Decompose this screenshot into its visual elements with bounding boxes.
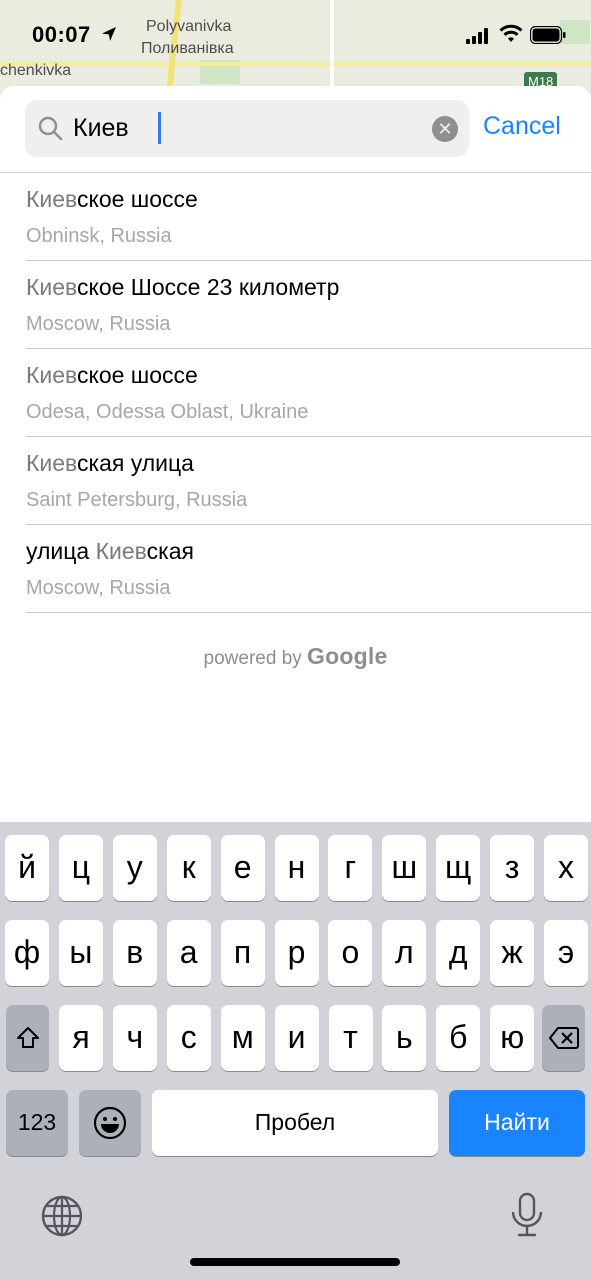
result-title-match: Киев [26,362,77,388]
search-input[interactable] [73,110,413,147]
letter-key[interactable]: е [220,835,265,901]
letter-key[interactable]: ж [490,920,535,986]
result-subtitle: Moscow, Russia [26,313,171,335]
result-title-rest: ская [146,538,194,564]
result-title-rest: ское шоссе [77,362,198,388]
letter-key[interactable]: о [328,920,373,986]
result-title-prefix: улица [26,538,96,564]
search-result-item[interactable]: Киевское Шоссе 23 километр Moscow, Russia [0,261,591,349]
result-title: Киевское шоссе [26,362,198,389]
letter-key[interactable]: ы [58,920,103,986]
shift-key[interactable] [6,1005,49,1071]
wifi-icon [499,24,523,42]
letter-key[interactable]: л [382,920,427,986]
result-title: Киевская улица [26,450,194,477]
text-cursor [158,112,161,144]
letter-key[interactable]: у [112,835,157,901]
letter-key[interactable]: к [166,835,211,901]
result-title-match: Киев [95,538,147,564]
letter-key[interactable]: д [436,920,481,986]
result-subtitle: Obninsk, Russia [26,225,172,247]
search-sheet: ✕ Cancel Киевское шоссеObninsk, RussiaКи… [0,86,591,826]
letter-key[interactable]: м [220,1005,265,1071]
result-title: Киевское шоссе [26,186,198,213]
result-title: Киевское Шоссе 23 километр [26,274,339,301]
result-title-match: Киев [26,450,77,476]
globe-icon[interactable] [40,1194,84,1238]
letter-key[interactable]: х [544,835,588,901]
space-key[interactable]: Пробел [152,1090,438,1156]
keyboard: 123 Пробел Найти йцукенгшщзх фывапролджэ я… [0,822,591,1280]
result-title-match: Киев [26,274,77,300]
powered-by-label: powered by [203,648,302,669]
shift-icon [16,1027,39,1048]
location-arrow-icon [102,27,116,41]
divider [26,612,591,613]
search-results-list: Киевское шоссе Obninsk, Russia Киевское Шо… [0,173,591,613]
backspace-key[interactable] [542,1005,585,1071]
letter-key[interactable]: б [436,1005,481,1071]
letter-key[interactable]: с [166,1005,211,1071]
letter-key[interactable]: з [490,835,535,901]
status-time: 00:07 [32,22,91,47]
search-result-item[interactable]: улица Киевская Moscow, Russia [0,525,591,613]
search-bar[interactable]: ✕ [25,100,469,157]
result-title: улица Киевская [26,538,194,565]
letter-key[interactable]: г [328,835,373,901]
powered-by-google: powered by Google [0,643,591,670]
search-result-item[interactable]: Киевское шоссе Odesa, Odessa Oblast, Ukra… [0,349,591,437]
result-subtitle: Moscow, Russia [26,577,171,599]
letter-key[interactable]: э [544,920,588,986]
letter-key[interactable]: ф [5,920,49,986]
letter-key[interactable]: в [112,920,157,986]
letter-key[interactable]: т [328,1005,373,1071]
letter-key[interactable]: ц [58,835,103,901]
status-bar: 00:07 [0,0,591,70]
cancel-button[interactable]: Cancel [483,112,561,141]
emoji-icon [93,1106,127,1140]
letter-key[interactable]: и [274,1005,319,1071]
battery-icon [530,26,566,44]
letter-key[interactable]: а [166,920,211,986]
emoji-key[interactable] [79,1090,141,1156]
letter-key[interactable]: щ [436,835,481,901]
search-result-item[interactable]: Киевская улица Saint Petersburg, Russia [0,437,591,525]
letter-key[interactable]: я [59,1005,103,1071]
letter-key[interactable]: р [274,920,319,986]
search-icon [38,116,63,141]
result-title-match: Киев [26,186,77,212]
letter-key[interactable]: п [220,920,265,986]
letter-key[interactable]: ю [490,1005,535,1071]
result-subtitle: Odesa, Odessa Oblast, Ukraine [26,401,309,423]
clear-search-icon[interactable]: ✕ [432,116,458,142]
result-title-rest: ская улица [77,450,194,476]
result-title-rest: ское шоссе [77,186,198,212]
search-result-item[interactable]: Киевское шоссе Obninsk, Russia [0,173,591,261]
result-subtitle: Saint Petersburg, Russia [26,489,248,511]
letter-key[interactable]: н [274,835,319,901]
backspace-icon [548,1027,579,1049]
letter-key[interactable]: ш [382,835,427,901]
result-title-rest: ское Шоссе 23 километр [77,274,340,300]
letter-key[interactable]: ч [112,1005,157,1071]
letter-key[interactable]: й [5,835,49,901]
microphone-icon[interactable] [509,1192,545,1238]
cellular-signal-icon [466,28,488,44]
letter-key[interactable]: ь [382,1005,427,1071]
google-logo: Google [307,643,388,669]
search-go-key[interactable]: Найти [449,1090,585,1156]
numbers-key[interactable]: 123 [6,1090,68,1156]
home-indicator [190,1258,400,1266]
